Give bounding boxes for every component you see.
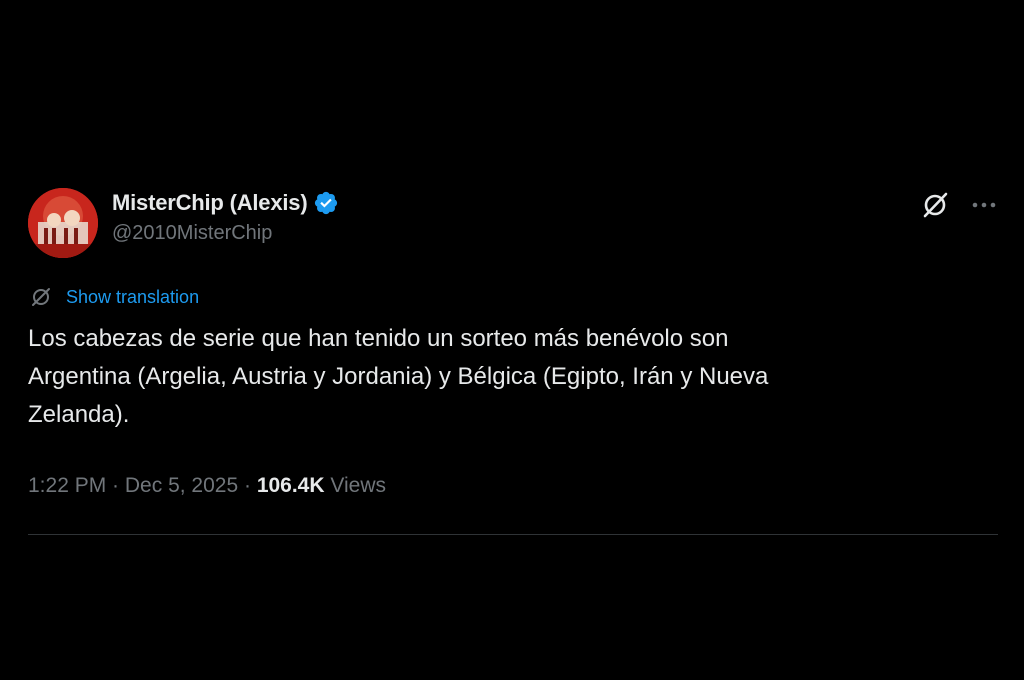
tweet-date[interactable]: Dec 5, 2025 — [125, 474, 238, 498]
top-actions — [920, 190, 998, 220]
translate-icon — [30, 286, 52, 308]
avatar-image — [28, 188, 98, 258]
tweet: MisterChip (Alexis) @2010MisterChip Show… — [28, 186, 998, 536]
show-translation-link[interactable]: Show translation — [66, 287, 199, 308]
tweet-meta: 1:22 PM · Dec 5, 2025 · 106.4K Views — [28, 474, 386, 498]
tweet-text-line: Los cabezas de serie que han tenido un s… — [28, 325, 729, 352]
display-name[interactable]: MisterChip (Alexis) — [112, 190, 308, 216]
views-count[interactable]: 106.4K — [257, 474, 325, 498]
meta-separator: · — [238, 474, 257, 497]
tweet-text-line: Zelanda). — [28, 401, 130, 428]
divider — [28, 534, 998, 535]
more-icon[interactable] — [970, 191, 998, 219]
translation-row: Show translation — [30, 286, 199, 308]
author-handle[interactable]: @2010MisterChip — [112, 222, 339, 245]
verified-badge-icon[interactable] — [313, 190, 339, 216]
author-block: MisterChip (Alexis) @2010MisterChip — [112, 186, 339, 245]
display-name-row: MisterChip (Alexis) — [112, 186, 339, 220]
tweet-time[interactable]: 1:22 PM — [28, 474, 106, 498]
tweet-text: Los cabezas de serie que han tenido un s… — [28, 320, 968, 434]
tweet-text-line: Argentina (Argelia, Austria y Jordania) … — [28, 363, 769, 390]
grok-icon[interactable] — [920, 190, 950, 220]
avatar[interactable] — [28, 188, 98, 258]
meta-separator: · — [106, 474, 125, 497]
views-label: Views — [324, 474, 387, 497]
